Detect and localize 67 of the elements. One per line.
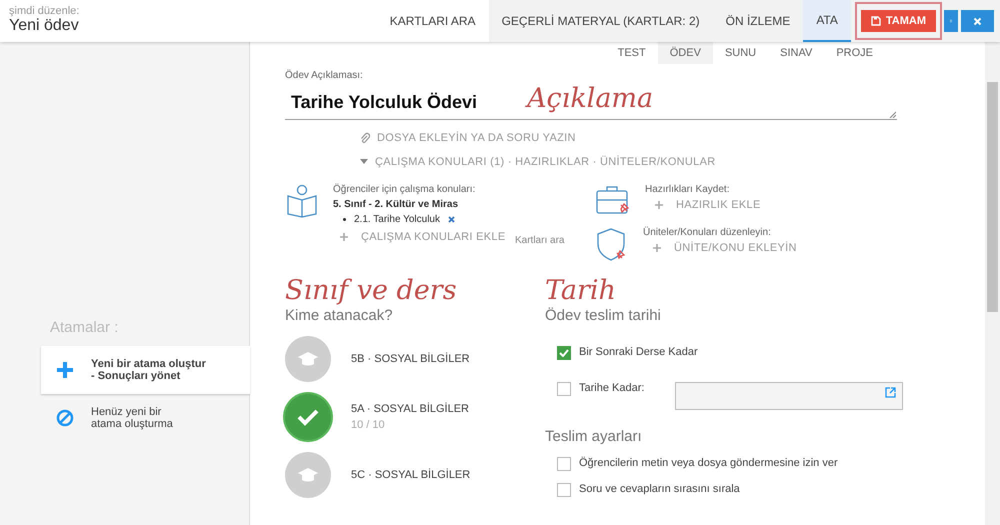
class-name: 5B · SOSYAL BİLGİLER	[351, 353, 470, 365]
save-button[interactable]: TAMAM	[860, 10, 936, 32]
edit-caption: şimdi düzenle:	[9, 5, 80, 17]
class-toggle[interactable]	[285, 336, 331, 382]
prohibited-icon	[56, 409, 74, 427]
plus-icon	[340, 233, 348, 241]
sidebar-item-label: Yeni bir atama oluştur - Sonuçları yönet	[91, 358, 206, 382]
class-name: 5A · SOSYAL BİLGİLER	[351, 403, 469, 415]
type-tab[interactable]: SINAV	[768, 42, 824, 64]
graduation-cap-icon	[297, 351, 319, 367]
caret-icon	[360, 159, 368, 165]
checkbox[interactable]	[557, 483, 571, 497]
floppy-icon	[870, 16, 881, 26]
graduation-cap-icon	[297, 467, 319, 483]
checkbox-label: Tarihe Kadar:	[579, 382, 646, 394]
annotation-text: Açıklama	[527, 83, 654, 115]
briefcase-pin-icon	[595, 184, 631, 216]
checkbox-label: Öğrencilerin metin veya dosya göndermesine izin ver	[579, 457, 838, 469]
reading-person-icon	[285, 184, 319, 218]
topic-group: 5. Sınıf - 2. Kültür ve Miras	[333, 199, 476, 210]
close-icon	[973, 16, 982, 26]
section-heading: Ödev teslim tarihi	[545, 307, 662, 324]
close-icon	[448, 216, 455, 223]
date-field[interactable]	[675, 382, 903, 410]
check-icon	[297, 408, 319, 426]
sidebar-item-label: Henüz yeni bir atama oluşturma	[91, 406, 173, 430]
class-toggle[interactable]	[285, 452, 331, 498]
checkbox-label: Bir Sonraki Derse Kadar	[579, 346, 698, 358]
student-count: 10 / 10	[351, 419, 386, 431]
checkbox[interactable]	[557, 457, 571, 471]
units-label: Üniteler/Konuları düzenleyin:	[643, 227, 772, 238]
type-tab[interactable]: SUNU	[712, 42, 768, 64]
plus-icon	[56, 361, 74, 379]
type-tab[interactable]: PROJE	[824, 42, 885, 64]
class-name: 5C · SOSYAL BİLGİLER	[351, 469, 470, 481]
annotation-text: Tarih	[545, 275, 617, 307]
paperclip-icon	[360, 132, 370, 144]
sidebar-item[interactable]: Henüz yeni bir atama oluşturma	[41, 394, 249, 442]
type-tab[interactable]: ÖDEV	[658, 42, 713, 64]
resize-grip-icon	[889, 111, 896, 118]
sidebar-heading: Atamalar :	[50, 319, 120, 336]
study-topics-label: Öğrenciler için çalışma konuları:	[333, 184, 476, 195]
type-tab[interactable]: TEST	[606, 42, 658, 64]
section-heading: Teslim ayarları	[545, 428, 643, 445]
search-cards-link[interactable]: Kartları ara	[515, 235, 564, 246]
description-field[interactable]: Tarihe Yolculuk Ödevi Açıklama	[285, 81, 897, 120]
topic-item: 2.1. Tarihe Yolculuk	[354, 214, 440, 225]
checkbox-label: Soru ve cevapların sırasını sırala	[579, 483, 740, 495]
bullet-icon	[343, 218, 346, 221]
tab[interactable]: ATA	[803, 0, 851, 42]
tab[interactable]: KARTLARI ARA	[376, 0, 489, 42]
page-title: Yeni ödev	[9, 17, 80, 35]
remove-button[interactable]	[448, 216, 455, 223]
checkbox[interactable]	[557, 346, 571, 360]
annotation-text: Sınıf ve ders	[285, 275, 458, 307]
preparations-label: Hazırlıkları Kaydet:	[645, 184, 730, 195]
class-toggle[interactable]	[285, 394, 331, 440]
description-label: Ödev Açıklaması:	[285, 70, 364, 81]
scrollbar[interactable]	[985, 42, 1000, 525]
close-button[interactable]	[961, 10, 994, 32]
plus-icon	[655, 201, 663, 209]
external-link-icon	[885, 387, 896, 398]
plus-icon	[653, 244, 661, 252]
sidebar-item[interactable]: Yeni bir atama oluştur - Sonuçları yönet	[41, 346, 250, 394]
section-heading: Kime atanacak?	[285, 307, 394, 324]
checkbox[interactable]	[557, 382, 571, 396]
menu-button[interactable]	[944, 10, 958, 32]
